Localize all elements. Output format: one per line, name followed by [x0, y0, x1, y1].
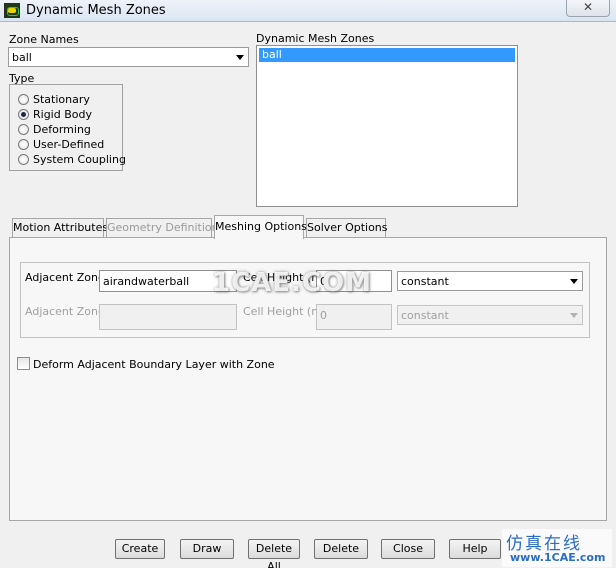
tab-motion-attributes[interactable]: Motion Attributes — [12, 218, 108, 238]
app-icon — [4, 3, 20, 18]
cell-height-method-dropdown-2: constant — [397, 305, 583, 325]
adjacent-zone-value: airandwaterball — [103, 275, 190, 288]
cell-height-method-value: constant — [401, 275, 449, 288]
deform-boundary-layer-label: Deform Adjacent Boundary Layer with Zone — [33, 358, 275, 371]
chevron-down-icon — [236, 55, 244, 60]
watermark-text: 1CAE.COM — [212, 268, 372, 298]
site-watermark-url: www.1CAE.com — [510, 551, 606, 564]
close-icon: ✕ — [582, 0, 594, 14]
adjacent-zone-label: Adjacent Zone — [25, 271, 105, 284]
delete-button[interactable]: Delete — [314, 539, 368, 559]
radio-stationary-indicator — [18, 94, 29, 105]
tab-meshing-options[interactable]: Meshing Options — [214, 215, 307, 239]
chevron-down-icon — [570, 313, 578, 318]
adjacent-zone-field-2 — [99, 304, 237, 330]
zone-names-dropdown[interactable]: ball — [8, 47, 249, 67]
cell-height-value-2: 0 — [320, 309, 327, 322]
dynamic-mesh-zones-list[interactable]: ball — [256, 45, 518, 207]
radio-stationary-label: Stationary — [33, 93, 90, 106]
delete-all-button[interactable]: Delete All — [248, 539, 300, 568]
zone-names-value: ball — [12, 51, 32, 64]
zone-names-label: Zone Names — [9, 33, 79, 46]
dynamic-mesh-zones-label: Dynamic Mesh Zones — [256, 32, 375, 45]
title-bar: Dynamic Mesh Zones ✕ — [0, 0, 616, 22]
tab-geometry-definition[interactable]: Geometry Definition — [106, 218, 219, 238]
cell-height-label-2: Cell Height (m) — [243, 305, 327, 318]
radio-deforming-indicator — [18, 124, 29, 135]
radio-user-defined-label: User-Defined — [33, 138, 105, 151]
deform-boundary-layer-checkbox[interactable] — [17, 357, 30, 370]
radio-user-defined-indicator — [18, 139, 29, 150]
radio-deforming-label: Deforming — [33, 123, 91, 136]
chevron-down-icon — [570, 279, 578, 284]
type-group: Stationary Rigid Body Deforming User-Def… — [9, 84, 126, 171]
close-window-button[interactable]: ✕ — [566, 0, 610, 17]
window-title: Dynamic Mesh Zones — [26, 3, 166, 18]
radio-rigid-body-label: Rigid Body — [33, 108, 92, 121]
tab-solver-options[interactable]: Solver Options — [306, 218, 388, 238]
site-watermark: 仿真在线 www.1CAE.com — [502, 529, 612, 567]
cell-height-field-2: 0 — [316, 304, 392, 330]
radio-rigid-body-indicator — [18, 109, 29, 120]
list-item[interactable]: ball — [259, 48, 515, 62]
cell-height-method-value-2: constant — [401, 309, 449, 322]
adjacent-zone-label-2: Adjacent Zone — [25, 305, 105, 318]
radio-system-coupling-label: System Coupling — [33, 153, 126, 166]
radio-system-coupling-indicator — [18, 154, 29, 165]
create-button[interactable]: Create — [115, 539, 165, 559]
help-button[interactable]: Help — [449, 539, 501, 559]
close-button[interactable]: Close — [381, 539, 435, 559]
draw-button[interactable]: Draw — [180, 539, 234, 559]
cell-height-method-dropdown[interactable]: constant — [397, 271, 583, 291]
